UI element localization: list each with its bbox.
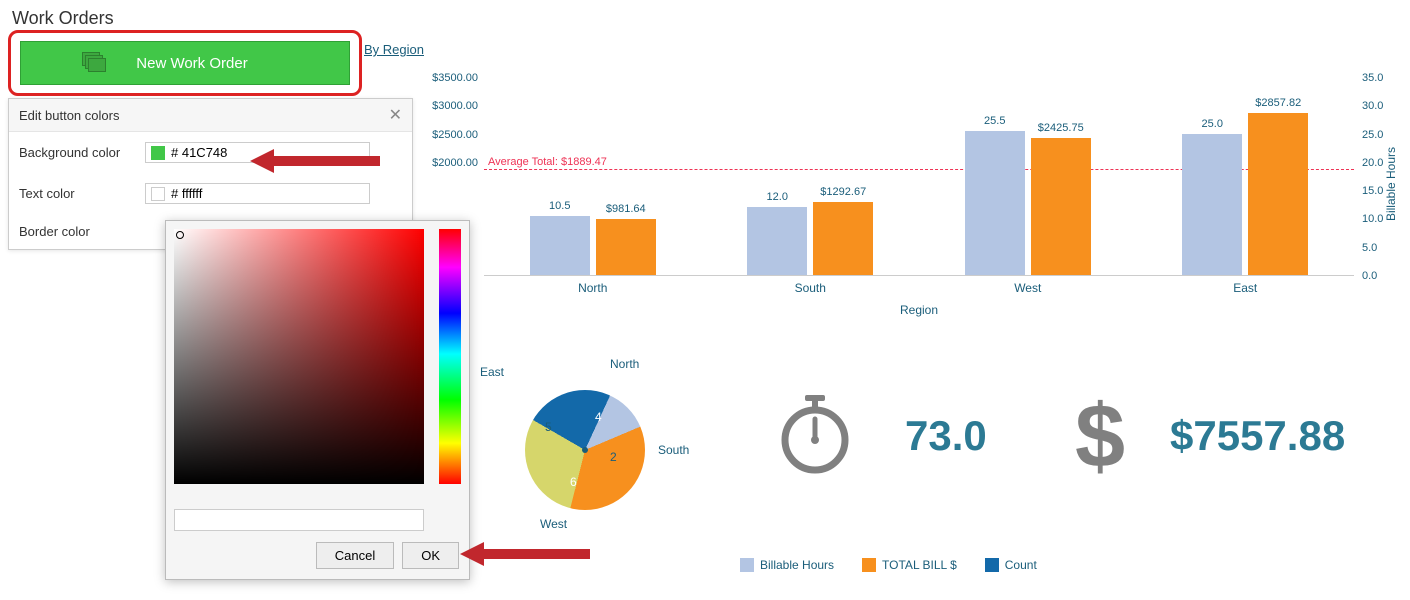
color-saturation-area[interactable] <box>174 229 424 484</box>
bg-color-label: Background color <box>19 145 137 160</box>
legend-swatch <box>985 558 999 572</box>
chart-legend: Billable Hours TOTAL BILL $ Count <box>740 558 1037 572</box>
kpi-total-value: $7557.88 <box>1170 412 1345 460</box>
x-axis-label: Region <box>900 303 938 317</box>
text-color-field[interactable] <box>171 186 364 201</box>
new-work-order-button[interactable]: New Work Order <box>20 41 350 85</box>
x-category: North <box>578 281 607 295</box>
ok-button[interactable]: OK <box>402 542 459 569</box>
pie-slice-value: 2 <box>610 450 617 464</box>
bar-billable: 25.5 <box>965 131 1025 275</box>
stopwatch-icon <box>780 395 850 480</box>
bar-chart: Region Billable Hours $3500.00$3000.00$2… <box>420 60 1390 320</box>
bar-value-label: $2857.82 <box>1255 97 1301 109</box>
legend-item: Count <box>985 558 1037 572</box>
bar-total: $2425.75 <box>1031 138 1091 275</box>
bar-value-label: 10.5 <box>549 200 570 212</box>
x-category: West <box>1014 281 1041 295</box>
bar-total: $981.64 <box>596 219 656 275</box>
color-hex-input[interactable] <box>174 509 424 531</box>
x-category: East <box>1233 281 1257 295</box>
y2-tick: 10.0 <box>1362 213 1402 225</box>
text-swatch <box>151 187 165 201</box>
color-picker-cursor <box>176 231 184 239</box>
y2-tick: 15.0 <box>1362 185 1402 197</box>
new-work-order-label: New Work Order <box>136 55 247 72</box>
bar-billable: 12.0 <box>747 207 807 275</box>
y-tick: $2500.00 <box>418 129 478 141</box>
pie-slice-label: East <box>480 365 504 379</box>
average-label: Average Total: $1889.47 <box>488 156 607 168</box>
pie-slice-label: South <box>658 443 689 457</box>
documents-icon <box>82 52 106 74</box>
pie-slice-value: 5 <box>545 420 552 434</box>
kpi-hours-value: 73.0 <box>905 412 987 460</box>
bar-value-label: $981.64 <box>606 203 646 215</box>
bg-swatch <box>151 146 165 160</box>
pie-center-dot <box>582 447 588 453</box>
bar-value-label: $2425.75 <box>1038 122 1084 134</box>
bar-total: $2857.82 <box>1248 113 1308 275</box>
y2-tick: 30.0 <box>1362 100 1402 112</box>
pie-chart: North4South2West6East5 <box>470 365 700 565</box>
text-color-label: Text color <box>19 186 137 201</box>
legend-swatch <box>740 558 754 572</box>
bar-billable: 10.5 <box>530 216 590 275</box>
annotation-arrow-icon <box>250 147 380 175</box>
legend-label: Count <box>1005 558 1037 572</box>
y-tick: $3000.00 <box>418 100 478 112</box>
pie-slice-value: 6 <box>570 475 577 489</box>
bar-value-label: 25.5 <box>984 115 1005 127</box>
bar-total: $1292.67 <box>813 202 873 275</box>
border-color-label: Border color <box>19 224 137 239</box>
new-work-order-highlight: New Work Order <box>8 30 362 96</box>
dollar-icon: $ <box>1065 395 1135 490</box>
y-tick: $3500.00 <box>418 72 478 84</box>
chart-title[interactable]: By Region <box>364 42 424 57</box>
legend-swatch <box>862 558 876 572</box>
pie-slice-label: North <box>610 357 639 371</box>
close-icon[interactable]: ✕ <box>389 105 402 125</box>
y2-tick: 25.0 <box>1362 129 1402 141</box>
legend-item: TOTAL BILL $ <box>862 558 957 572</box>
y2-tick: 0.0 <box>1362 270 1402 282</box>
legend-label: TOTAL BILL $ <box>882 558 957 572</box>
bar-value-label: 25.0 <box>1202 118 1223 130</box>
y2-tick: 5.0 <box>1362 242 1402 254</box>
legend-label: Billable Hours <box>760 558 834 572</box>
bar-value-label: 12.0 <box>767 191 788 203</box>
y2-tick: 35.0 <box>1362 72 1402 84</box>
x-category: South <box>795 281 826 295</box>
text-color-input[interactable] <box>145 183 370 204</box>
pie-slice-label: West <box>540 517 567 531</box>
y2-tick: 20.0 <box>1362 157 1402 169</box>
pie-slice-value: 4 <box>595 410 602 424</box>
y-tick: $2000.00 <box>418 157 478 169</box>
bar-value-label: $1292.67 <box>820 186 866 198</box>
edit-panel-title: Edit button colors <box>19 108 119 123</box>
bar-billable: 25.0 <box>1182 134 1242 275</box>
svg-text:$: $ <box>1075 395 1125 485</box>
cancel-button[interactable]: Cancel <box>316 542 394 569</box>
legend-item: Billable Hours <box>740 558 834 572</box>
